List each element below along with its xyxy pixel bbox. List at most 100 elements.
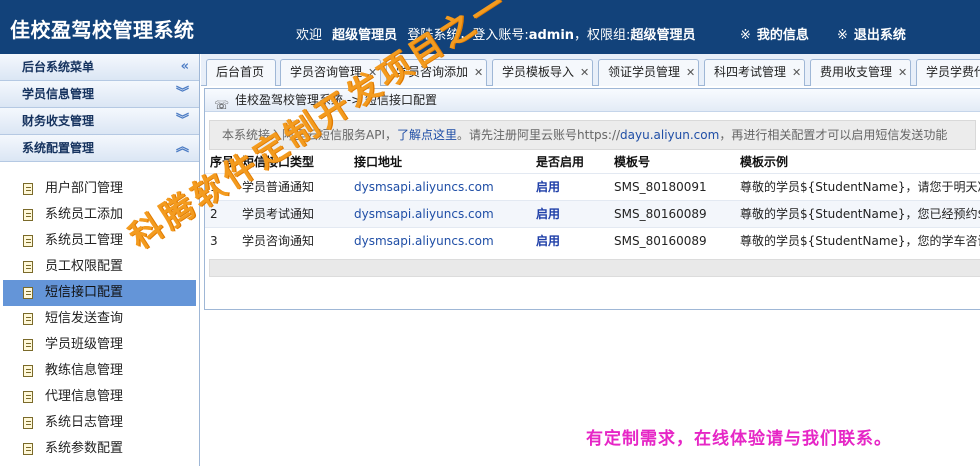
- close-icon[interactable]: ✕: [580, 66, 589, 79]
- table-header-row: 序号 短信接口类型 接口地址 是否启用 模板号 模板示例: [205, 151, 980, 173]
- tab-label: 学员模板导入: [502, 65, 575, 79]
- tab-finance[interactable]: 费用收支管理 ✕: [810, 59, 911, 86]
- tab-label: 费用收支管理: [820, 65, 893, 79]
- sidebar-menu-title[interactable]: 后台系统菜单 «: [0, 54, 199, 81]
- table-footer: [209, 259, 980, 277]
- sidebar-item-label: 用户部门管理: [45, 181, 124, 196]
- template-id: SMS_80160089: [609, 226, 735, 254]
- document-icon: [23, 391, 33, 403]
- document-icon: [23, 443, 33, 455]
- close-icon[interactable]: ✕: [792, 66, 801, 79]
- sidebar-item-params[interactable]: 系统参数配置: [3, 436, 196, 462]
- enable-toggle[interactable]: 启用: [531, 226, 609, 254]
- template-example: 尊敬的学员${StudentName}，请您于明天准时: [735, 172, 980, 200]
- enable-toggle[interactable]: 启用: [531, 172, 609, 200]
- sidebar-section-finance[interactable]: 财务收支管理 ︾: [0, 108, 199, 135]
- enable-toggle[interactable]: 启用: [531, 199, 609, 227]
- tab-label: 后台首页: [216, 65, 265, 79]
- document-icon: [23, 339, 33, 351]
- notice-suffix: ，再进行相关配置才可以启用短信发送功能: [719, 128, 948, 142]
- sidebar-section-label: 学员信息管理: [22, 87, 95, 101]
- user-name: 超级管理员: [332, 28, 398, 43]
- template-example: 尊敬的学员${StudentName}，您的学车咨询我: [735, 226, 980, 254]
- sidebar-item-label: 教练信息管理: [45, 363, 124, 378]
- close-icon[interactable]: ✕: [686, 66, 695, 79]
- document-icon: [23, 235, 33, 247]
- column-header: 接口地址: [349, 151, 531, 173]
- sidebar-menu-title-label: 后台系统菜单: [22, 60, 95, 74]
- sidebar-item-agents[interactable]: 代理信息管理: [3, 384, 196, 410]
- sidebar-item-logs[interactable]: 系统日志管理: [3, 410, 196, 436]
- sidebar-item-coaches[interactable]: 教练信息管理: [3, 358, 196, 384]
- document-icon: [23, 209, 33, 221]
- document-icon: [23, 183, 33, 195]
- api-url: dysmsapi.aliyuncs.com: [349, 226, 531, 254]
- document-icon: [23, 417, 33, 429]
- group-text: ，权限组:: [574, 28, 631, 43]
- tab-tuition[interactable]: 学员学费代: [916, 59, 980, 86]
- table-row: 3 学员咨询通知 dysmsapi.aliyuncs.com 启用 SMS_80…: [205, 226, 980, 254]
- logout-label: 退出系统: [853, 28, 906, 43]
- sidebar-item-label: 代理信息管理: [45, 389, 124, 404]
- tab-template-import[interactable]: 学员模板导入 ✕: [492, 59, 593, 86]
- sms-type: 学员考试通知: [237, 199, 349, 227]
- column-header: 模板号: [609, 151, 735, 173]
- double-chevron-down-icon: ︾: [175, 86, 189, 101]
- document-icon: [23, 313, 33, 325]
- sidebar-section-label: 系统配置管理: [22, 141, 95, 155]
- api-url: dysmsapi.aliyuncs.com: [349, 199, 531, 227]
- sidebar: 后台系统菜单 « 学员信息管理 ︾ 财务收支管理 ︾ 系统配置管理 ︽ 用户部门…: [0, 54, 200, 466]
- sidebar-item-sms-query[interactable]: 短信发送查询: [3, 306, 196, 332]
- sidebar-item-label: 系统参数配置: [45, 441, 124, 456]
- sms-config-table: 序号 短信接口类型 接口地址 是否启用 模板号 模板示例 1 学员普通通知 dy…: [205, 151, 980, 254]
- tab-exam4-manage[interactable]: 科四考试管理 ✕: [704, 59, 805, 86]
- tab-licensed-students[interactable]: 领证学员管理 ✕: [598, 59, 699, 86]
- sidebar-item-label: 系统员工管理: [45, 233, 124, 248]
- sidebar-item-label: 学员班级管理: [45, 337, 124, 352]
- sidebar-item-label: 员工权限配置: [45, 259, 124, 274]
- group-name: 超级管理员: [630, 28, 696, 43]
- sidebar-item-sms-config[interactable]: 短信接口配置: [3, 280, 196, 306]
- tab-home[interactable]: 后台首页: [206, 59, 276, 86]
- document-icon: [23, 287, 33, 299]
- api-url: dysmsapi.aliyuncs.com: [349, 172, 531, 200]
- row-number: 3: [205, 226, 237, 254]
- sidebar-item-label: 短信发送查询: [45, 311, 124, 326]
- sidebar-item-label: 系统日志管理: [45, 415, 124, 430]
- table-row: 2 学员考试通知 dysmsapi.aliyuncs.com 启用 SMS_80…: [205, 199, 980, 227]
- my-info-label: 我的信息: [756, 28, 809, 43]
- sidebar-item-label: 系统员工添加: [45, 207, 124, 222]
- my-info-link[interactable]: ※ 我的信息: [740, 24, 809, 43]
- notice-url: dayu.aliyun.com: [620, 128, 720, 142]
- logout-link[interactable]: ※ 退出系统: [837, 24, 906, 43]
- sidebar-item-label: 短信接口配置: [45, 285, 124, 300]
- welcome-prefix: 欢迎: [296, 28, 323, 43]
- double-chevron-left-icon[interactable]: «: [181, 54, 189, 80]
- document-icon: [23, 261, 33, 273]
- sidebar-section-student-info[interactable]: 学员信息管理 ︾: [0, 81, 199, 108]
- sidebar-section-label: 财务收支管理: [22, 114, 95, 128]
- sidebar-item-classes[interactable]: 学员班级管理: [3, 332, 196, 358]
- watermark-contact: 有定制需求，在线体验请与我们联系。: [586, 429, 892, 449]
- tab-label: 学员学费代: [926, 65, 980, 79]
- tab-label: 领证学员管理: [608, 65, 681, 79]
- notice-link[interactable]: 了解点这里: [397, 128, 457, 142]
- location-icon: ☏: [214, 98, 230, 112]
- double-chevron-up-icon: ︽: [175, 140, 189, 155]
- sms-type: 学员咨询通知: [237, 226, 349, 254]
- sidebar-section-system-config[interactable]: 系统配置管理 ︽: [0, 135, 199, 162]
- table-row: 1 学员普通通知 dysmsapi.aliyuncs.com 启用 SMS_80…: [205, 172, 980, 200]
- close-icon[interactable]: ✕: [898, 66, 907, 79]
- template-id: SMS_80160089: [609, 199, 735, 227]
- column-header: 模板示例: [735, 151, 980, 173]
- template-example: 尊敬的学员${StudentName}，您已经预约${: [735, 199, 980, 227]
- sidebar-item-permissions[interactable]: 员工权限配置: [3, 254, 196, 280]
- tab-bar: 后台首页 学员咨询管理 ✕ 学员咨询添加 ✕ 学员模板导入 ✕ 领证学员管理 ✕ 科四考…: [201, 54, 980, 86]
- column-header: 是否启用: [531, 151, 609, 173]
- close-icon[interactable]: ✕: [474, 66, 483, 79]
- tab-label: 科四考试管理: [714, 65, 787, 79]
- double-chevron-down-icon: ︾: [175, 113, 189, 128]
- template-id: SMS_80180091: [609, 172, 735, 200]
- app-title: 佳校盈驾校管理系统: [10, 18, 195, 42]
- document-icon: [23, 365, 33, 377]
